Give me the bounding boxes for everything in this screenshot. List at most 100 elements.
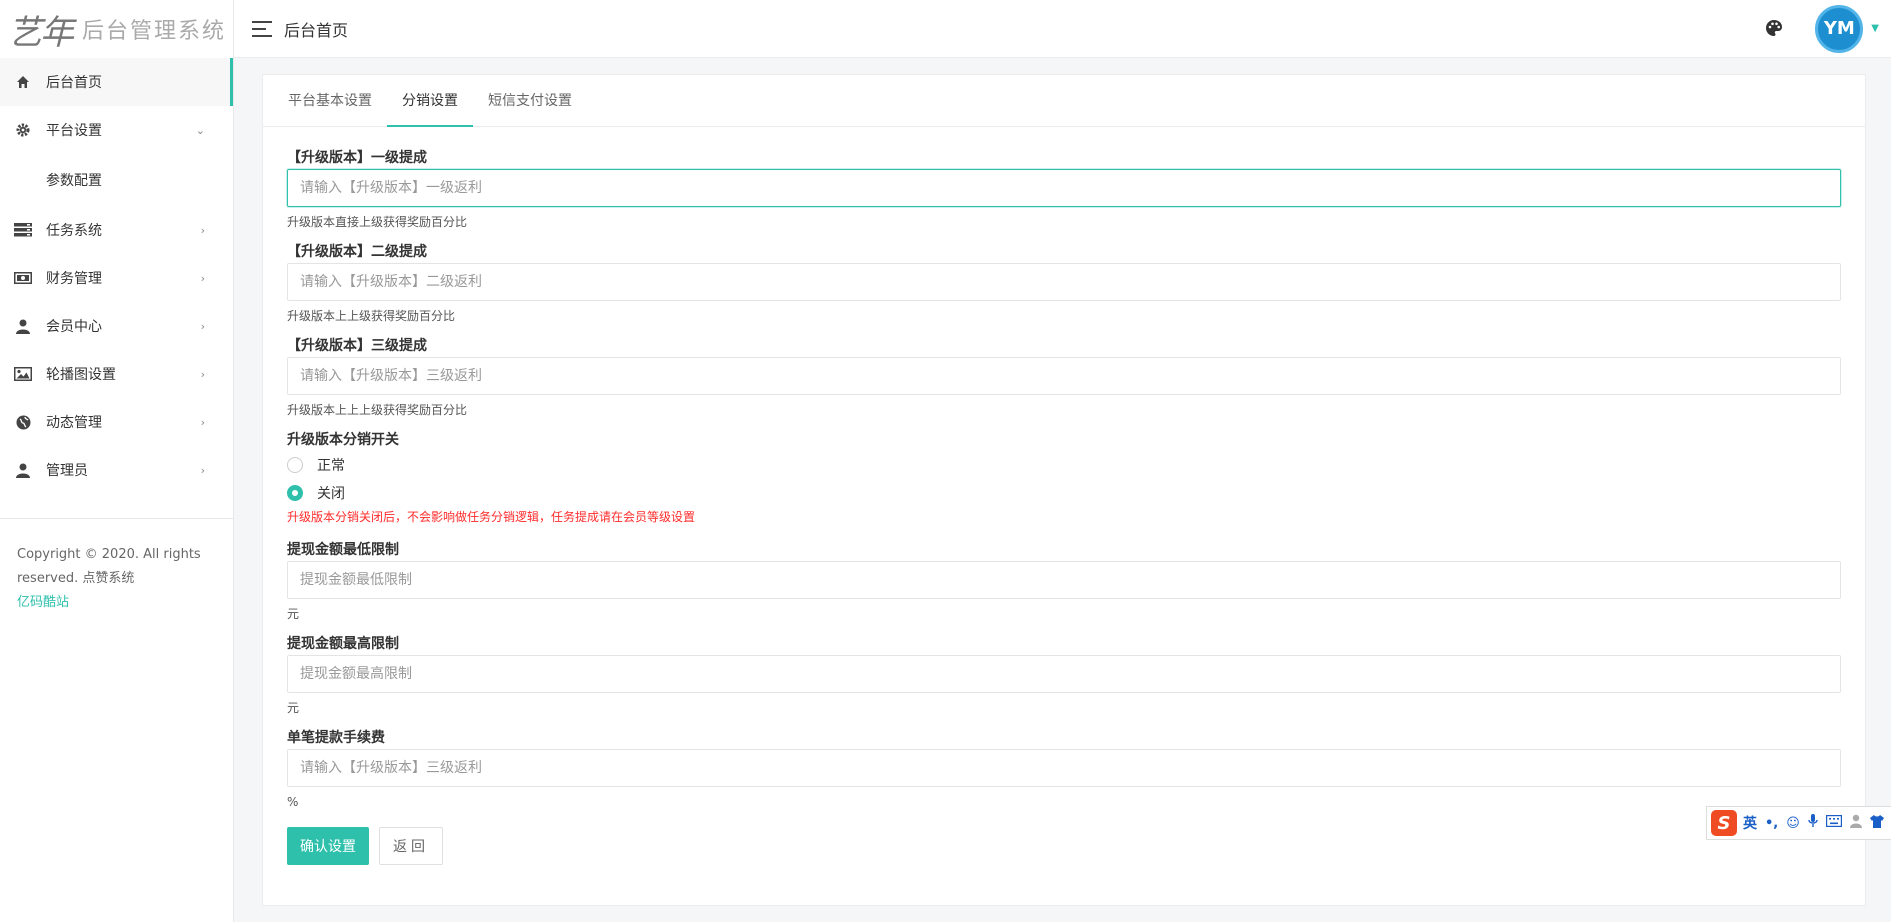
chevron-right-icon: › xyxy=(200,271,205,285)
sidebar-item-label: 管理员 xyxy=(46,463,88,479)
chevron-right-icon: › xyxy=(200,367,205,381)
chevron-right-icon: › xyxy=(200,463,205,477)
fee-field: 单笔提款手续费 % xyxy=(287,727,1841,813)
logo[interactable]: 艺年 后台管理系统 xyxy=(0,0,233,58)
topbar: 后台首页 YM ▼ xyxy=(234,0,1891,58)
user-icon xyxy=(14,461,32,479)
sidebar-item-label: 平台设置 xyxy=(46,123,102,139)
level1-field: 【升级版本】一级提成 升级版本直接上级获得奖励百分比 xyxy=(287,147,1841,233)
chevron-right-icon: › xyxy=(200,415,205,429)
tab-platform-basic[interactable]: 平台基本设置 xyxy=(273,75,387,126)
distribution-form: 【升级版本】一级提成 升级版本直接上级获得奖励百分比 【升级版本】二级提成 升级… xyxy=(263,127,1865,865)
copyright-line1: Copyright © 2020. All rights xyxy=(17,547,201,562)
back-button[interactable]: 返回 xyxy=(379,827,443,865)
ime-toolbar[interactable]: S 英 •, ☺ xyxy=(1706,806,1891,840)
radio-closed-circle[interactable] xyxy=(287,485,303,501)
radio-closed[interactable]: 关闭 xyxy=(287,479,1841,507)
avatar[interactable]: YM xyxy=(1815,4,1864,53)
withdraw-min-unit: 元 xyxy=(287,607,300,621)
palette-icon[interactable] xyxy=(1765,19,1785,39)
sidebar-item-label: 轮播图设置 xyxy=(46,367,116,383)
confirm-button[interactable]: 确认设置 xyxy=(287,827,369,865)
sidebar-item-finance[interactable]: 财务管理 › xyxy=(0,254,233,302)
sidebar-item-label: 财务管理 xyxy=(46,271,102,287)
withdraw-min-field: 提现金额最低限制 元 xyxy=(287,539,1841,625)
radio-closed-label: 关闭 xyxy=(317,486,345,502)
radio-normal-label: 正常 xyxy=(317,458,345,474)
level1-hint: 升级版本直接上级获得奖励百分比 xyxy=(287,215,468,229)
ime-logo-icon[interactable]: S xyxy=(1711,810,1737,836)
fee-input[interactable] xyxy=(287,749,1841,787)
ime-skin-icon[interactable] xyxy=(1869,814,1884,832)
level1-label: 【升级版本】一级提成 xyxy=(287,150,427,166)
withdraw-min-input[interactable] xyxy=(287,561,1841,599)
settings-tabs: 平台基本设置 分销设置 短信支付设置 xyxy=(263,75,1865,127)
user-icon xyxy=(14,317,32,335)
home-icon xyxy=(14,73,32,91)
radio-normal-circle[interactable] xyxy=(287,457,303,473)
ime-lang[interactable]: 英 xyxy=(1743,813,1757,833)
sidebar-item-admins[interactable]: 管理员 › xyxy=(0,446,233,494)
ime-mic-icon[interactable] xyxy=(1808,814,1818,832)
gear-icon xyxy=(14,121,32,139)
copyright: Copyright © 2020. All rights reserved. 点… xyxy=(0,519,233,639)
withdraw-min-label: 提现金额最低限制 xyxy=(287,542,399,558)
withdraw-max-label: 提现金额最高限制 xyxy=(287,636,399,652)
level2-hint: 升级版本上上级获得奖励百分比 xyxy=(287,309,456,323)
chevron-right-icon: › xyxy=(200,319,205,333)
sidebar-item-label: 参数配置 xyxy=(46,173,102,189)
sidebar-menu: 后台首页 平台设置 ⌄ 参数配置 任务系统 › 财务管理 › 会员中心 › 轮播… xyxy=(0,58,233,494)
sidebar-item-members[interactable]: 会员中心 › xyxy=(0,302,233,350)
level3-label: 【升级版本】三级提成 xyxy=(287,338,427,354)
level3-hint: 升级版本上上上级获得奖励百分比 xyxy=(287,403,468,417)
money-icon xyxy=(14,269,32,287)
level2-field: 【升级版本】二级提成 升级版本上上级获得奖励百分比 xyxy=(287,241,1841,327)
avatar-text: YM xyxy=(1823,18,1855,39)
sidebar-item-label: 后台首页 xyxy=(46,75,102,91)
level2-input[interactable] xyxy=(287,263,1841,301)
settings-card: 平台基本设置 分销设置 短信支付设置 【升级版本】一级提成 升级版本直接上级获得… xyxy=(262,74,1866,906)
withdraw-max-input[interactable] xyxy=(287,655,1841,693)
level3-input[interactable] xyxy=(287,357,1841,395)
ime-punct-icon[interactable]: •, xyxy=(1765,816,1778,831)
fee-label: 单笔提款手续费 xyxy=(287,730,385,746)
sidebar-item-platform-settings[interactable]: 平台设置 ⌄ xyxy=(0,106,233,154)
tab-sms-payment[interactable]: 短信支付设置 xyxy=(473,75,587,126)
level2-label: 【升级版本】二级提成 xyxy=(287,244,427,260)
chevron-right-icon: › xyxy=(200,223,205,237)
sidebar: 艺年 后台管理系统 后台首页 平台设置 ⌄ 参数配置 任务系统 › 财务管理 ›… xyxy=(0,0,234,922)
form-actions: 确认设置 返回 xyxy=(287,827,1841,865)
copyright-link[interactable]: 亿码酷站 xyxy=(17,595,69,610)
sidebar-item-carousel[interactable]: 轮播图设置 › xyxy=(0,350,233,398)
switch-label: 升级版本分销开关 xyxy=(287,432,399,448)
page-title: 后台首页 xyxy=(284,20,349,40)
switch-field: 升级版本分销开关 正常 关闭 升级版本分销关闭后，不会影响做任务分销逻辑，任务提… xyxy=(287,429,1841,527)
server-icon xyxy=(14,221,32,239)
menu-toggle-icon[interactable] xyxy=(252,20,272,37)
caret-down-icon[interactable]: ▼ xyxy=(1871,23,1879,34)
chevron-down-icon: ⌄ xyxy=(195,123,205,137)
ime-emoji-icon[interactable]: ☺ xyxy=(1786,816,1800,831)
sidebar-item-label: 会员中心 xyxy=(46,319,102,335)
sidebar-item-task-system[interactable]: 任务系统 › xyxy=(0,206,233,254)
logo-mark: 艺年 xyxy=(8,12,74,53)
level1-input[interactable] xyxy=(287,169,1841,207)
withdraw-max-field: 提现金额最高限制 元 xyxy=(287,633,1841,719)
sidebar-item-dynamics[interactable]: 动态管理 › xyxy=(0,398,233,446)
radio-normal[interactable]: 正常 xyxy=(287,451,1841,479)
sidebar-item-label: 动态管理 xyxy=(46,415,102,431)
logo-text: 后台管理系统 xyxy=(82,19,227,44)
copyright-line2: reserved. 点赞系统 xyxy=(17,571,135,586)
ime-keyboard-icon[interactable] xyxy=(1825,815,1842,831)
fee-unit: % xyxy=(287,795,299,809)
tab-distribution[interactable]: 分销设置 xyxy=(387,75,473,127)
topbar-right: YM ▼ xyxy=(1765,4,1879,53)
sidebar-subitem-params[interactable]: 参数配置 xyxy=(0,154,233,206)
sidebar-item-label: 任务系统 xyxy=(46,223,102,239)
sidebar-item-home[interactable]: 后台首页 xyxy=(0,58,233,106)
level3-field: 【升级版本】三级提成 升级版本上上上级获得奖励百分比 xyxy=(287,335,1841,421)
switch-warning: 升级版本分销关闭后，不会影响做任务分销逻辑，任务提成请在会员等级设置 xyxy=(287,510,696,524)
globe-icon xyxy=(14,413,32,431)
withdraw-max-unit: 元 xyxy=(287,701,300,715)
ime-user-icon[interactable] xyxy=(1849,814,1862,832)
